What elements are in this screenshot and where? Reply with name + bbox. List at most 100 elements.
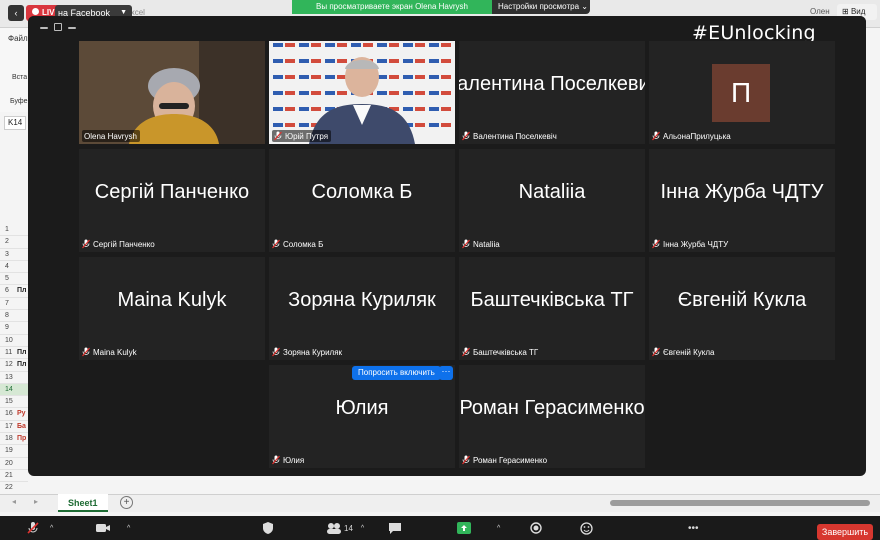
participant-name: Nataliia: [473, 239, 500, 249]
mic-muted-icon: [652, 131, 660, 141]
excel-user-name: Олен: [810, 7, 830, 16]
participant-tile[interactable]: Юлия Юлия: [269, 365, 455, 468]
gallery-view-window: #EUnlocking Olena HavryshЮрій ПутряВален…: [28, 16, 866, 476]
ribbon-tab-file[interactable]: Файл: [8, 34, 28, 43]
clipboard-group-label: Буфе: [10, 98, 28, 105]
row-number: 11: [5, 348, 13, 356]
participant-tile[interactable]: Maina Kulyk Maina Kulyk: [79, 257, 265, 360]
participant-tile[interactable]: Сергій Панченко Сергій Панченко: [79, 149, 265, 252]
participant-label: Баштечківська ТГ: [462, 346, 538, 358]
cell-text[interactable]: Пл: [17, 359, 26, 371]
row-header[interactable]: 20: [0, 458, 28, 470]
row-header[interactable]: 12 Пл: [0, 359, 28, 372]
participant-tile[interactable]: Nataliia Nataliia: [459, 149, 645, 252]
row-header[interactable]: 4: [0, 261, 28, 274]
row-header[interactable]: 2: [0, 236, 28, 249]
cell-text[interactable]: Ба: [17, 421, 26, 433]
cell-text[interactable]: Пр: [17, 433, 26, 445]
participant-label: Роман Герасименко: [462, 454, 547, 466]
row-header[interactable]: 13: [0, 372, 28, 384]
video-button[interactable]: ^: [95, 516, 130, 540]
sheet-nav-arrows[interactable]: ◂▸: [12, 497, 56, 506]
row-number: 10: [5, 336, 13, 344]
participant-tile[interactable]: Роман Герасименко Роман Герасименко: [459, 365, 645, 468]
row-header[interactable]: 5: [0, 273, 28, 286]
add-sheet-button[interactable]: +: [120, 496, 133, 509]
horizontal-scrollbar[interactable]: [610, 500, 870, 506]
end-meeting-button[interactable]: Завершить: [817, 524, 873, 540]
participant-tile[interactable]: Євгеній Кукла Євгеній Кукла: [649, 257, 835, 360]
name-box[interactable]: K14: [4, 116, 26, 130]
chevron-up-icon[interactable]: ^: [50, 525, 53, 532]
sheet-tab[interactable]: Sheet1: [58, 494, 108, 512]
cell-text[interactable]: Пл: [17, 285, 26, 297]
security-button[interactable]: [262, 516, 274, 540]
row-number: 21: [5, 471, 13, 479]
row-header[interactable]: 1: [0, 224, 28, 237]
participant-label: Зоряна Куриляк: [272, 346, 342, 358]
participant-tile[interactable]: Юрій Путря: [269, 41, 455, 144]
insert-button-label[interactable]: Вста: [12, 74, 27, 81]
cell-text[interactable]: Пл: [17, 347, 26, 359]
row-header[interactable]: 8: [0, 310, 28, 323]
row-header[interactable]: 15: [0, 396, 28, 409]
share-banner: Вы просматриваете экран Olena Havrysh: [292, 0, 492, 14]
row-header[interactable]: 18 Пр: [0, 433, 28, 446]
view-options-menu[interactable]: Настройки просмотра ⌄: [492, 0, 590, 14]
chevron-up-icon[interactable]: ^: [497, 525, 500, 532]
record-icon: [530, 522, 542, 534]
mic-muted-icon: [462, 131, 470, 141]
row-header[interactable]: 19: [0, 445, 28, 458]
row-header[interactable]: 7: [0, 298, 28, 311]
row-number: 19: [5, 447, 13, 455]
row-header[interactable]: 9: [0, 322, 28, 335]
row-number: 17: [5, 422, 13, 430]
more-icon[interactable]: •••: [688, 516, 699, 540]
participant-tile[interactable]: Соломка Б Соломка Б: [269, 149, 455, 252]
row-header[interactable]: 14: [0, 383, 28, 397]
record-button[interactable]: [530, 516, 542, 540]
row-header[interactable]: 11 Пл: [0, 347, 28, 360]
participant-tile[interactable]: Баштечківська ТГ Баштечківська ТГ: [459, 257, 645, 360]
participant-tile[interactable]: Інна Журба ЧДТУ Інна Журба ЧДТУ: [649, 149, 835, 252]
row-header[interactable]: 16 Ру: [0, 408, 28, 421]
row-header[interactable]: 6 Пл: [0, 285, 28, 298]
participant-label: Соломка Б: [272, 238, 323, 250]
share-screen-button[interactable]: ^: [457, 516, 500, 540]
participants-button[interactable]: 14 ^: [326, 516, 364, 540]
participant-name: Сергій Панченко: [93, 239, 155, 249]
participant-name: Баштечківська ТГ: [473, 347, 539, 357]
participants-count: 14: [344, 523, 353, 533]
live-dot-icon: [32, 8, 39, 15]
meeting-toolbar: ^ ^ 14 ^ ^ •••: [0, 516, 880, 540]
chat-button[interactable]: [388, 516, 402, 540]
row-header[interactable]: 10: [0, 335, 28, 347]
participant-label: Nataliia: [462, 238, 500, 250]
row-header[interactable]: 17 Ба: [0, 421, 28, 434]
participant-name: Євгеній Кукла: [663, 347, 715, 357]
minimize-icon[interactable]: [40, 27, 48, 29]
row-header[interactable]: 22: [0, 482, 28, 495]
back-icon[interactable]: ‹: [8, 5, 24, 21]
mic-muted-icon: [462, 347, 470, 357]
screen: й – Excel Файл Вста Буфе K14 123456Пл789…: [0, 0, 880, 540]
ask-to-unmute-button[interactable]: Попросить включить: [352, 366, 441, 380]
restore-icon[interactable]: [54, 23, 62, 31]
cell-text[interactable]: Ру: [17, 408, 26, 420]
participant-tile[interactable]: Валентина Поселкевич Валентина Поселкевіч: [459, 41, 645, 144]
participant-tile[interactable]: П АльонаПрилуцька: [649, 41, 835, 144]
mic-muted-icon: [272, 239, 280, 249]
row-header[interactable]: 21: [0, 470, 28, 483]
participant-label: Maina Kulyk: [82, 346, 137, 358]
collapse-icon[interactable]: [68, 27, 76, 29]
mic-muted-icon: [272, 455, 280, 465]
row-header[interactable]: 3: [0, 249, 28, 261]
reactions-button[interactable]: [580, 516, 593, 540]
participant-tile[interactable]: Зоряна Куриляк Зоряна Куриляк: [269, 257, 455, 360]
chevron-up-icon[interactable]: ^: [127, 525, 130, 532]
emoji-icon: [580, 521, 593, 535]
more-options-button[interactable]: ···: [439, 366, 453, 380]
chevron-up-icon[interactable]: ^: [361, 525, 364, 532]
mute-button[interactable]: ^: [26, 516, 53, 540]
participant-tile[interactable]: Olena Havrysh: [79, 41, 265, 144]
